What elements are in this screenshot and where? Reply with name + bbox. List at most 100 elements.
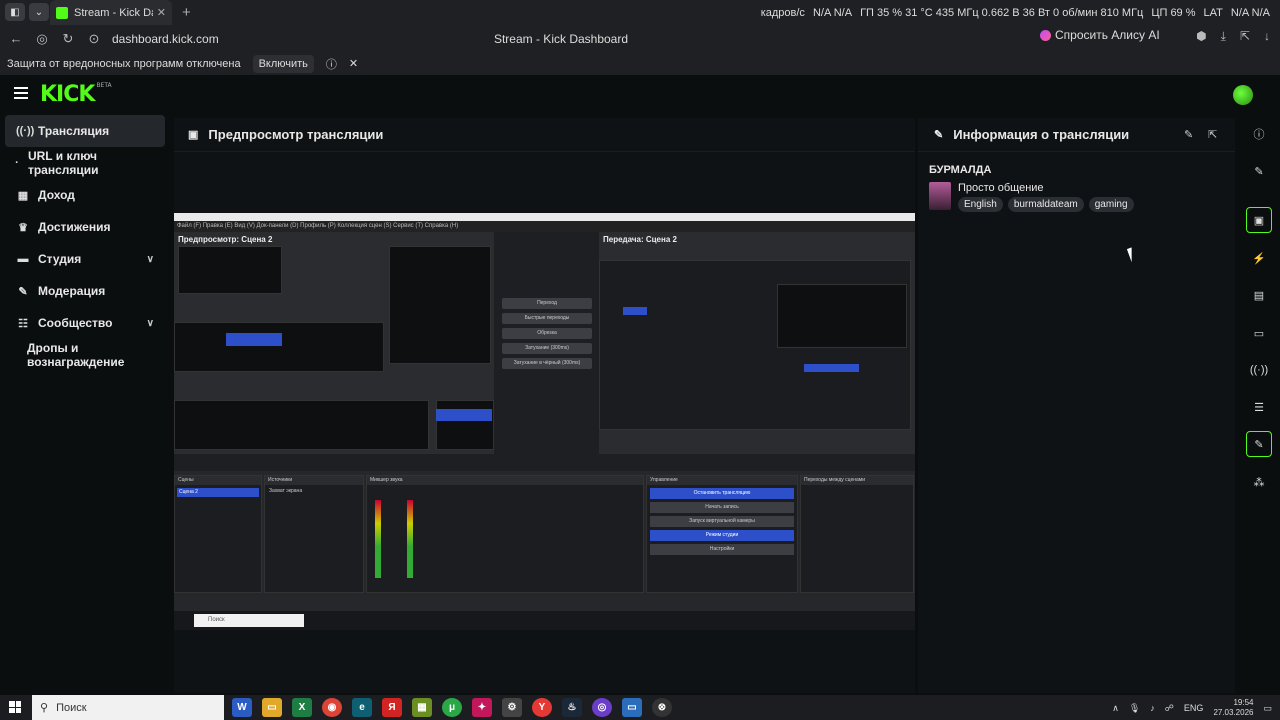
obs-source-item: Захват экрана: [269, 488, 303, 494]
new-tab-button[interactable]: +: [182, 4, 191, 21]
tab-close-icon[interactable]: ✕: [157, 6, 166, 19]
wrench-icon: ✎: [18, 285, 28, 298]
trophy-icon: ♛: [18, 221, 28, 234]
avatar[interactable]: [1233, 85, 1253, 105]
notifications-icon[interactable]: ▭: [1263, 703, 1272, 714]
sidebar-item-broadcast[interactable]: ((·)) Трансляция: [5, 115, 165, 147]
url-field[interactable]: dashboard.kick.com: [112, 32, 219, 46]
minecraft-icon[interactable]: ▦: [412, 698, 432, 717]
stream-preview-panel: ▣ Предпросмотр трансляции Файл (F) Правк…: [174, 118, 915, 693]
reload-icon[interactable]: ↻: [58, 31, 78, 47]
share-icon[interactable]: ⇱: [1240, 29, 1250, 44]
close-warning-icon[interactable]: ✕: [349, 57, 358, 70]
download-icon[interactable]: ↓: [1264, 29, 1270, 44]
nested-screen: [174, 322, 384, 372]
broadcast-icon: ((·)): [16, 125, 35, 137]
yandex-browser-icon[interactable]: Y: [532, 698, 552, 717]
kick-logo[interactable]: KICK BETA: [40, 82, 112, 107]
edge-icon[interactable]: e: [352, 698, 372, 717]
wrench-icon[interactable]: ✎: [1246, 431, 1272, 457]
taskbar-apps: W ▭ X ◉ e Я ▦ μ ✦ ⚙ Y ♨ ◎ ▭ ⊗: [232, 698, 672, 717]
nested-blue-button: [804, 364, 859, 372]
taskbar-search[interactable]: ⚲ Поиск: [32, 695, 224, 720]
wrench-icon: ✎: [934, 129, 944, 141]
steam-icon[interactable]: ♨: [562, 698, 582, 717]
stream-video[interactable]: Файл (F) Правка (E) Вид (V) Док-панели (…: [174, 213, 915, 630]
obs-docks: Сцены Сцена 2 Источники Захват экрана Ми…: [174, 471, 915, 611]
menu-icon[interactable]: [14, 87, 28, 99]
popout-icon[interactable]: ⇱: [1208, 128, 1217, 141]
extensions-icon[interactable]: ⬢: [1196, 29, 1206, 44]
kick-favicon-icon: [56, 6, 68, 19]
chrome-icon[interactable]: ◉: [322, 698, 342, 717]
obs-control: Быстрые переходы: [502, 313, 592, 324]
yandex-icon[interactable]: Я: [382, 698, 402, 717]
tray-chevron-icon[interactable]: ∧: [1112, 703, 1119, 714]
site-info-icon[interactable]: ⊙: [84, 31, 104, 47]
sidebar-item-income[interactable]: ▦ Доход: [0, 179, 170, 211]
ea-icon[interactable]: ✦: [472, 698, 492, 717]
info-title: Информация о трансляции: [953, 127, 1130, 142]
browser-tab[interactable]: Stream - Kick Dashb ✕: [50, 0, 172, 25]
language-indicator[interactable]: ENG: [1184, 703, 1204, 713]
preview-toggle-icon[interactable]: ▣: [1246, 207, 1272, 233]
obs-icon[interactable]: ◎: [592, 698, 612, 717]
nested-taskbar: Поиск: [174, 611, 915, 630]
lang-status: LAT: [1203, 6, 1223, 19]
xbox-icon[interactable]: ⊗: [652, 698, 672, 717]
group-icon[interactable]: ⁂: [1246, 469, 1272, 495]
settings-icon[interactable]: ⚙: [502, 698, 522, 717]
downloads-icon[interactable]: ⤓: [1221, 29, 1226, 44]
sidebar-toggle-icon[interactable]: ◧: [5, 3, 25, 21]
alice-label: Спросить Алису AI: [1055, 28, 1160, 42]
chat-icon[interactable]: ▭: [1246, 320, 1272, 346]
network-icon[interactable]: ☍: [1165, 703, 1174, 714]
chevron-down-icon: ∨: [146, 253, 154, 265]
browser-actions: ⬢ ⤓ ⇱ ↓: [1196, 29, 1270, 44]
sidebar-item-studio[interactable]: ▬ Студия ∨: [0, 243, 170, 275]
pencil-icon[interactable]: ✎: [1246, 158, 1272, 184]
audio-meter: [407, 500, 413, 578]
clipboard-icon[interactable]: ▤: [1246, 282, 1272, 308]
microphone-icon[interactable]: 🎙︎: [1129, 703, 1140, 714]
system-status: кадров/с N/A N/A ГП 35 % 31 °C 435 МГц 0…: [761, 0, 1270, 25]
help-icon[interactable]: ⓘ: [326, 56, 337, 72]
sidebar: ((·)) Трансляция · URL и ключ трансляции…: [0, 115, 170, 695]
dock-title: Источники: [265, 476, 363, 485]
sidebar-item-achievements[interactable]: ♛ Достижения: [0, 211, 170, 243]
community-icon: ☷: [18, 317, 28, 330]
bolt-icon[interactable]: ⚡: [1246, 245, 1272, 271]
category-name[interactable]: Просто общение: [958, 182, 1044, 194]
tag[interactable]: gaming: [1088, 197, 1134, 212]
explorer-icon[interactable]: ▭: [262, 698, 282, 717]
edit-icon[interactable]: ✎: [1184, 128, 1193, 141]
nested-screen: [389, 246, 491, 364]
browser-tab-bar: ◧ ⌄ Stream - Kick Dashb ✕ + кадров/с N/A…: [0, 0, 1280, 25]
info-icon[interactable]: ⓘ: [1246, 121, 1272, 147]
speaker-icon[interactable]: ♪: [1150, 703, 1155, 713]
tag[interactable]: burmaldateam: [1007, 197, 1084, 212]
sidebar-item-drops[interactable]: Дропы и вознаграждение: [0, 339, 170, 371]
back-icon[interactable]: ←: [6, 31, 26, 46]
sidebar-item-community[interactable]: ☷ Сообщество ∨: [0, 307, 170, 339]
screen-icon[interactable]: ▭: [622, 698, 642, 717]
layers-icon[interactable]: ☰: [1246, 394, 1272, 420]
clock[interactable]: 19:54 27.03.2026: [1213, 698, 1253, 718]
excel-icon[interactable]: X: [292, 698, 312, 717]
obs-preview-label: Предпросмотр: Сцена 2: [178, 235, 273, 244]
sidebar-item-url-key[interactable]: · URL и ключ трансляции: [0, 147, 170, 179]
utorrent-icon[interactable]: μ: [442, 698, 462, 717]
alice-button[interactable]: Спросить Алису AI: [1040, 28, 1160, 42]
sidebar-item-moderation[interactable]: ✎ Модерация: [0, 275, 170, 307]
enable-protection-button[interactable]: Включить: [252, 54, 314, 73]
tag[interactable]: English: [958, 197, 1003, 212]
broadcast-icon[interactable]: ((·)): [1246, 357, 1272, 383]
word-icon[interactable]: W: [232, 698, 252, 717]
logo-badge: BETA: [96, 82, 112, 89]
windows-start-icon[interactable]: [9, 701, 21, 713]
search-icon: ⚲: [40, 702, 49, 714]
protect-icon[interactable]: ◎: [32, 31, 52, 47]
tabs-menu-icon[interactable]: ⌄: [29, 3, 49, 21]
nested-screen: [178, 246, 282, 294]
audio-meter: [375, 500, 381, 578]
